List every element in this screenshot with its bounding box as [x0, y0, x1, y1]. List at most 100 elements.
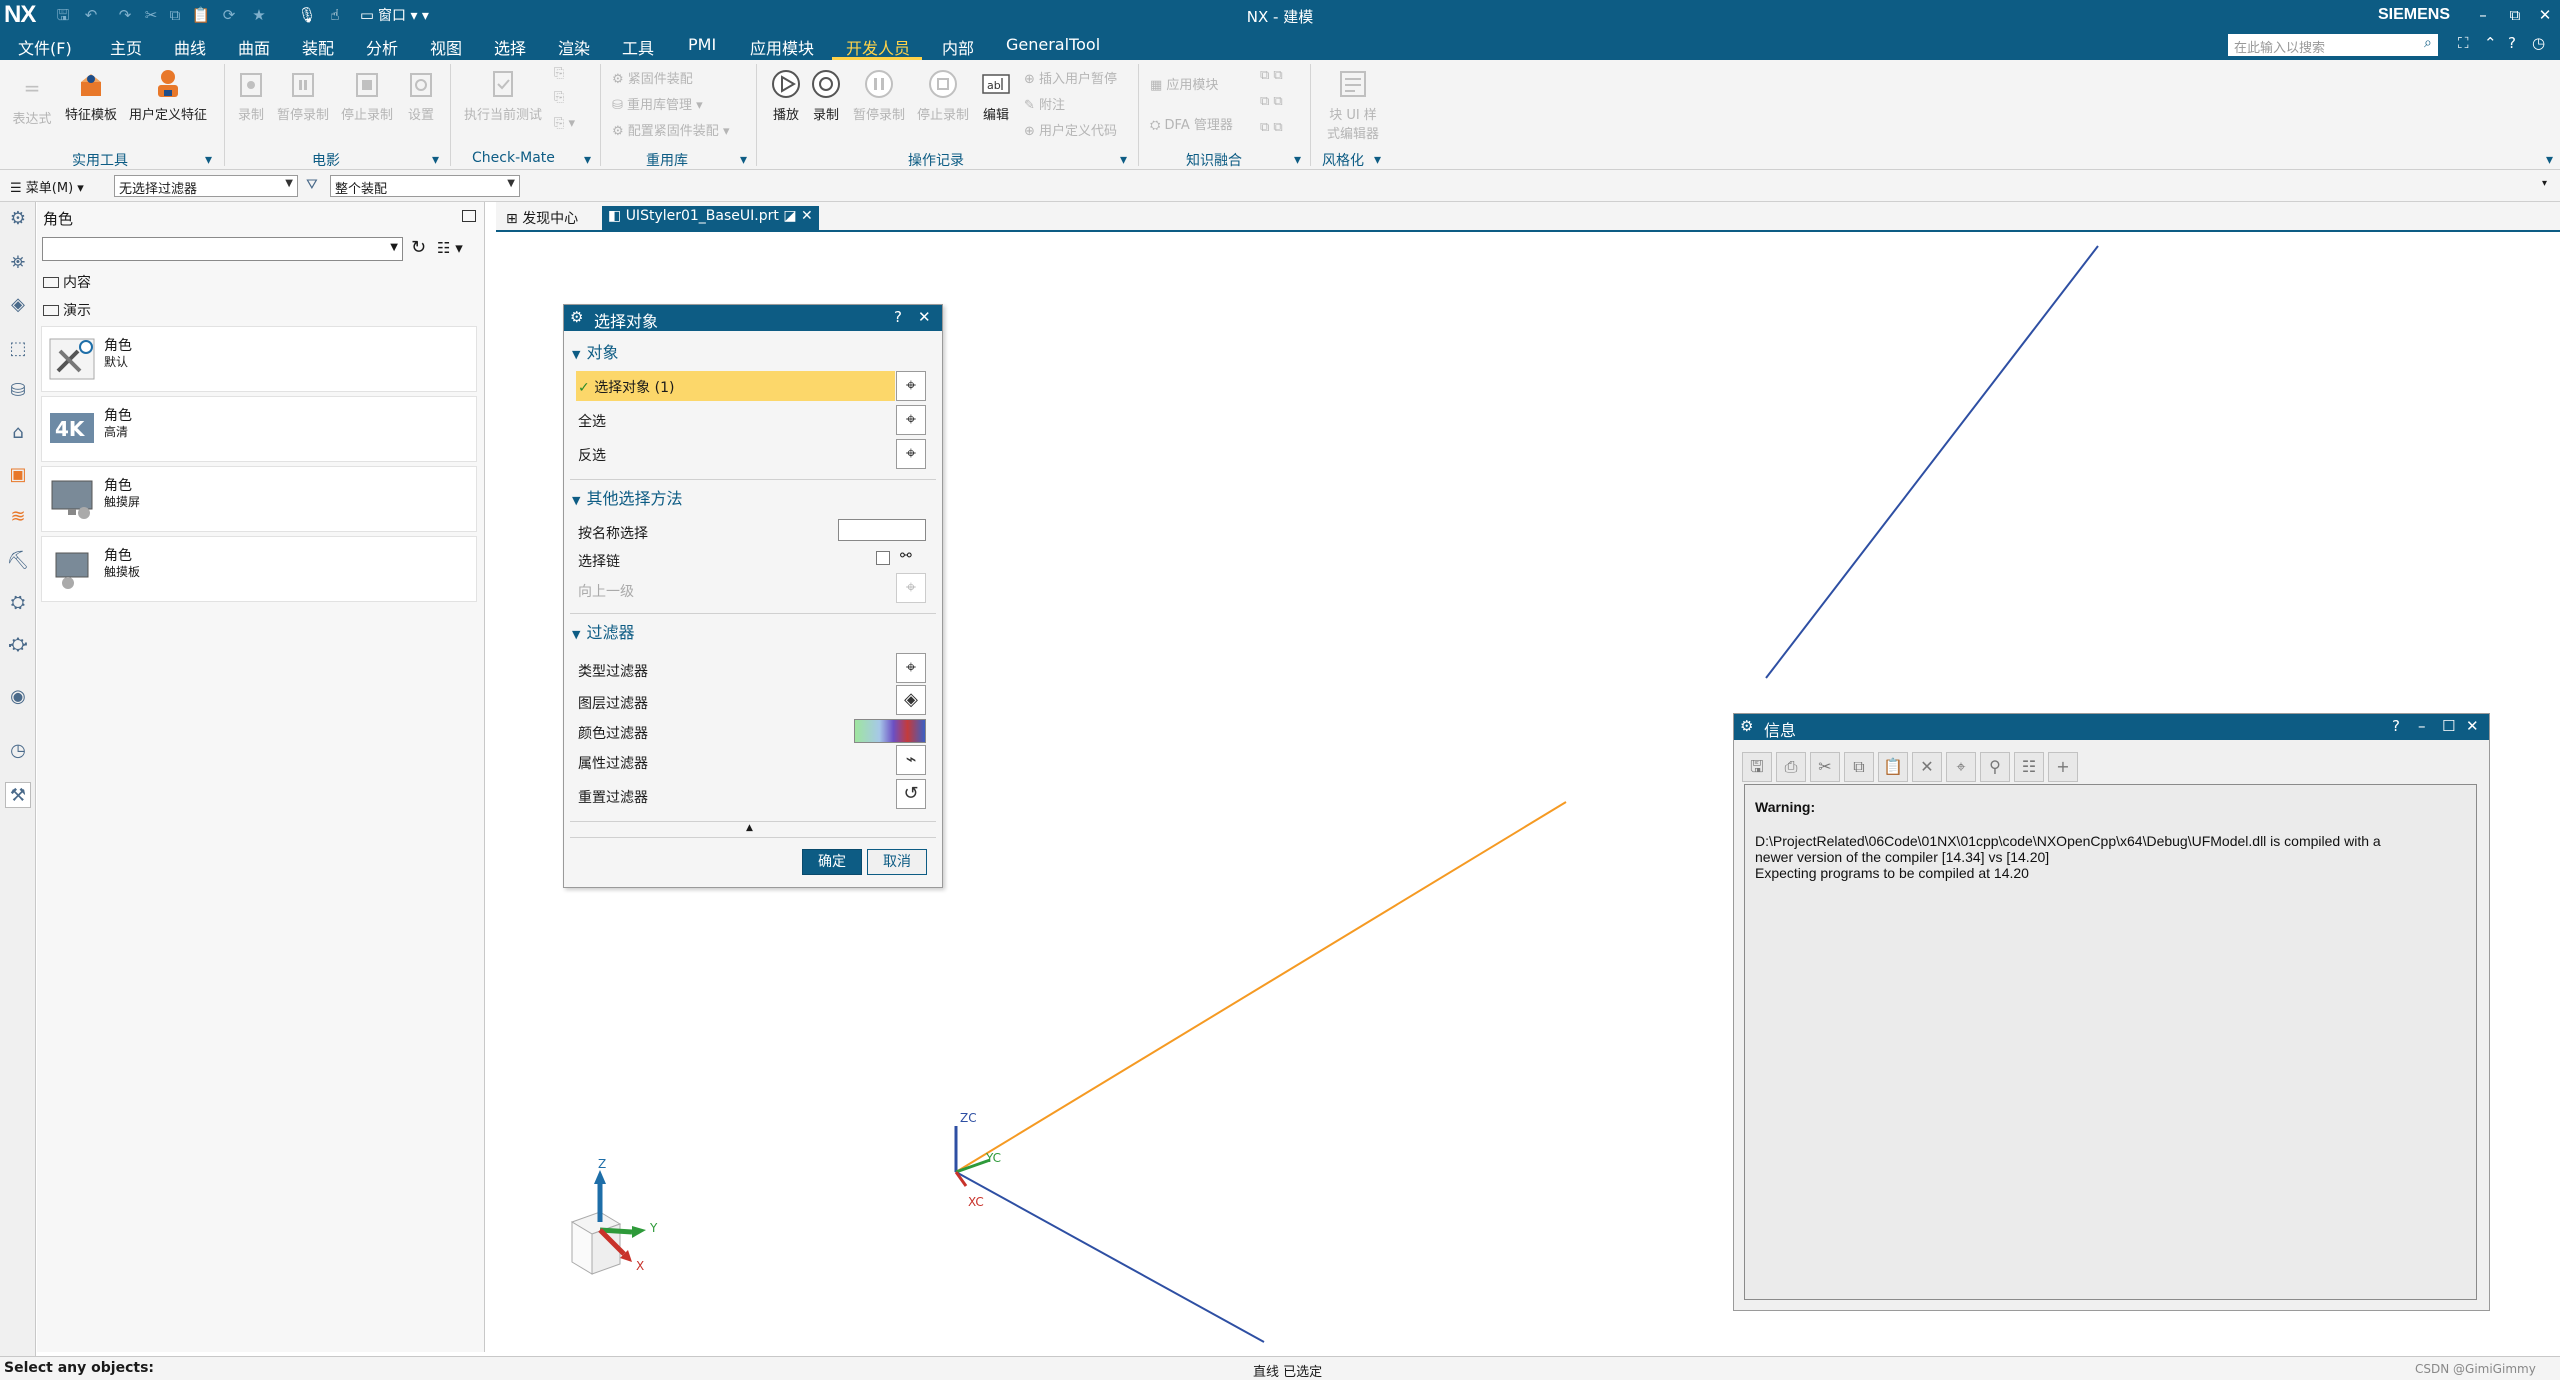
- knowledge-small-icon-1[interactable]: ⧉ ⧉: [1260, 68, 1283, 83]
- search-icon[interactable]: ⌕: [2424, 35, 2432, 51]
- web-browser-icon[interactable]: ≋: [5, 504, 31, 530]
- ok-button[interactable]: 确定: [802, 849, 862, 875]
- menu-select[interactable]: 选择: [494, 35, 526, 59]
- minimize-button[interactable]: –: [2468, 2, 2498, 28]
- save-icon[interactable]: 🖫: [52, 4, 74, 26]
- select-chain-checkbox[interactable]: [876, 551, 890, 565]
- menu-curve[interactable]: 曲线: [174, 35, 206, 59]
- help-icon[interactable]: ?: [2508, 34, 2516, 52]
- movie-record-button[interactable]: 录制: [232, 66, 270, 123]
- maximize-panel-icon[interactable]: [462, 210, 476, 222]
- menu-applications[interactable]: 应用模块: [750, 35, 814, 59]
- configure-fastener-button[interactable]: ⚙ 配置紧固件装配 ▾: [612, 120, 729, 139]
- menu-analysis[interactable]: 分析: [366, 35, 398, 59]
- feature-template-button[interactable]: 特征模板: [58, 66, 124, 123]
- application-module-button[interactable]: ▦ 应用模块: [1150, 74, 1218, 93]
- section-object[interactable]: ▼ 对象: [572, 339, 618, 363]
- info-close-button[interactable]: ✕: [2466, 717, 2479, 735]
- group-utility-dropdown-icon[interactable]: ▾: [205, 152, 212, 168]
- tree-folder-content[interactable]: 内容: [43, 272, 91, 292]
- run-current-test-button[interactable]: 执行当前测试: [458, 66, 548, 123]
- tab-pin-icon[interactable]: ◪: [783, 208, 796, 224]
- restore-button[interactable]: ⧉: [2500, 2, 2530, 28]
- role-card-touchscreen[interactable]: 角色 触摸屏: [41, 466, 477, 532]
- group-utility-tools[interactable]: 实用工具: [72, 150, 128, 170]
- group-knowledge-dropdown-icon[interactable]: ▾: [1294, 152, 1301, 168]
- roles-filter-dropdown[interactable]: ▼: [42, 237, 403, 261]
- paste-icon[interactable]: 📋: [190, 4, 212, 26]
- group-reuse-library[interactable]: 重用库: [646, 150, 688, 170]
- info-paste-icon[interactable]: 📋: [1878, 752, 1908, 782]
- info-view-icon[interactable]: ☷: [2014, 752, 2044, 782]
- select-by-name-input[interactable]: [838, 519, 926, 541]
- assembly-navigator-icon[interactable]: ⛯: [5, 250, 31, 276]
- selection-scope-dropdown[interactable]: 整个装配 ▼: [330, 175, 520, 197]
- info-minimize-button[interactable]: –: [2418, 717, 2426, 735]
- info-binoculars-icon[interactable]: ⚲: [1980, 752, 2010, 782]
- journal-pause-button[interactable]: 暂停录制: [848, 66, 910, 123]
- group-knowledge-fusion[interactable]: 知识融合: [1186, 150, 1242, 170]
- manufacturing-wizard-icon[interactable]: ⛮: [5, 632, 31, 658]
- info-text-area[interactable]: Warning: D:\ProjectRelated\06Code\01NX\0…: [1744, 784, 2477, 1300]
- group-movie[interactable]: 电影: [312, 150, 340, 170]
- reset-filter-button[interactable]: ↺: [896, 779, 926, 809]
- orange-line-selected[interactable]: [955, 801, 1567, 1173]
- group-movie-dropdown-icon[interactable]: ▾: [432, 152, 439, 168]
- role-card-hd[interactable]: 4K 角色 高清: [41, 396, 477, 462]
- role-card-touchpad[interactable]: 角色 触摸板: [41, 536, 477, 602]
- fastener-assembly-button[interactable]: ⚙ 紧固件装配: [612, 68, 693, 87]
- section-other-methods[interactable]: ▼ 其他选择方法: [572, 485, 682, 509]
- recent-history-clock-icon[interactable]: ◷: [5, 738, 31, 764]
- settings-gear-icon[interactable]: ⚙: [5, 206, 31, 232]
- collapse-ribbon-icon[interactable]: ⌃: [2484, 34, 2497, 52]
- menu-surface[interactable]: 曲面: [238, 35, 270, 59]
- invert-selection-button[interactable]: ⌖: [896, 439, 926, 469]
- tab-part-file[interactable]: ◧ UIStyler01_BaseUI.prt ◪ ✕: [602, 206, 819, 230]
- refresh-icon[interactable]: ↻: [411, 237, 426, 258]
- role-card-default[interactable]: 角色 默认: [41, 326, 477, 392]
- knowledge-small-icon-2[interactable]: ⧉ ⧉: [1260, 94, 1283, 109]
- layer-filter-button[interactable]: ◈: [896, 685, 926, 715]
- cancel-button[interactable]: 取消: [867, 849, 927, 875]
- info-help-button[interactable]: ?: [2392, 717, 2400, 735]
- repeat-icon[interactable]: ⟳: [218, 4, 240, 26]
- dialog-help-button[interactable]: ?: [894, 308, 902, 326]
- menu-internal[interactable]: 内部: [942, 35, 974, 59]
- journal-stop-button[interactable]: 停止录制: [912, 66, 974, 123]
- type-filter-dropdown[interactable]: 无选择过滤器 ▼: [114, 175, 298, 197]
- group-checkmate-dropdown-icon[interactable]: ▾: [584, 152, 591, 168]
- select-all-button[interactable]: ⌖: [896, 405, 926, 435]
- info-settings-icon[interactable]: ⚙: [1740, 717, 1753, 735]
- journal-play-button[interactable]: 播放: [766, 66, 806, 123]
- reuse-library-icon[interactable]: ⛁: [5, 378, 31, 404]
- up-one-level-button[interactable]: ⌖: [896, 573, 926, 603]
- microphone-icon[interactable]: 🎙: [296, 4, 318, 26]
- process-studio-icon[interactable]: ⛭: [5, 590, 31, 616]
- journal-edit-button[interactable]: ab 编辑: [976, 66, 1016, 123]
- info-print-icon[interactable]: ⎙: [1776, 752, 1806, 782]
- info-cut-icon[interactable]: ✂: [1810, 752, 1840, 782]
- cut-icon[interactable]: ✂: [140, 4, 162, 26]
- attribute-filter-button[interactable]: ⌁: [896, 745, 926, 775]
- color-filter-swatch[interactable]: [854, 719, 926, 743]
- collapse-arrow-icon[interactable]: ▲: [746, 823, 753, 833]
- info-copy-icon[interactable]: ⧉: [1844, 752, 1874, 782]
- group-stylize[interactable]: 风格化: [1322, 150, 1364, 170]
- checkmate-small-icon-2[interactable]: ⎘: [554, 90, 564, 105]
- clock-icon[interactable]: ◷: [2532, 34, 2545, 52]
- knowledge-small-icon-3[interactable]: ⧉ ⧉: [1260, 120, 1283, 135]
- dfa-manager-button[interactable]: ⛭ DFA 管理器: [1150, 114, 1233, 133]
- menu-pmi[interactable]: PMI: [688, 35, 716, 54]
- user-defined-feature-button[interactable]: 用户定义特征: [126, 66, 210, 123]
- group-styler-dropdown-icon[interactable]: ▾: [1374, 152, 1381, 168]
- type-filter-button[interactable]: ⌖: [896, 653, 926, 683]
- tree-folder-demo[interactable]: 演示: [43, 300, 91, 320]
- menu-developer[interactable]: 开发人员: [846, 35, 910, 59]
- tab-discovery-center[interactable]: ⊞ 发现中心: [500, 206, 584, 230]
- movie-stop-button[interactable]: 停止录制: [336, 66, 398, 123]
- blue-line-upper[interactable]: [1765, 245, 2099, 679]
- history-icon[interactable]: ⛏: [5, 548, 31, 574]
- group-reuse-dropdown-icon[interactable]: ▾: [740, 152, 747, 168]
- select-object-row[interactable]: ✓ 选择对象 (1): [578, 377, 674, 397]
- info-save-icon[interactable]: 🖫: [1742, 752, 1772, 782]
